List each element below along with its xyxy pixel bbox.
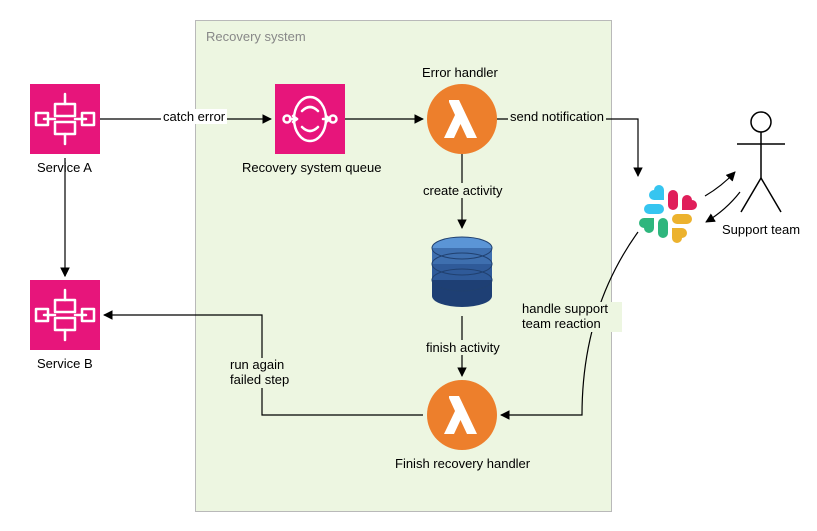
arrows-layer	[0, 0, 817, 531]
edge-handle-reaction-label: handle support team reaction	[522, 302, 622, 332]
edge-finish-activity-label: finish activity	[424, 340, 502, 355]
diagram-canvas: Recovery system Service A Service B	[0, 0, 817, 531]
edge-support-to-slack	[706, 192, 740, 222]
edge-run-again-label: run again failed step	[230, 358, 300, 388]
edge-send-notification-label: send notification	[508, 109, 606, 124]
edge-send-notification	[497, 119, 638, 176]
edge-create-activity-label: create activity	[421, 183, 504, 198]
edge-slack-to-support	[705, 172, 735, 196]
edge-catch-error-label: catch error	[161, 109, 227, 124]
